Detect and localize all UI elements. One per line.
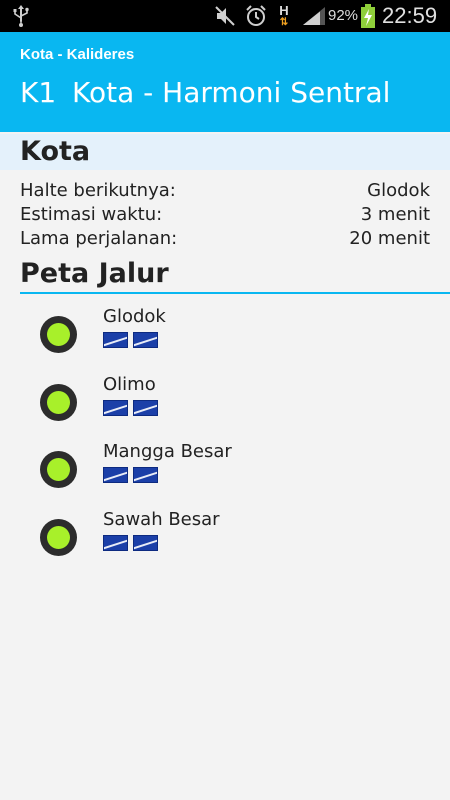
current-stop-section: Kota bbox=[0, 134, 450, 170]
travel-time-value: 20 menit bbox=[349, 228, 430, 249]
transit-badge-icon bbox=[133, 535, 158, 551]
next-stop-row: Halte berikutnya: Glodok bbox=[20, 180, 430, 204]
network-type-label: H bbox=[279, 3, 289, 18]
alarm-icon bbox=[246, 5, 266, 26]
mute-icon bbox=[215, 6, 235, 26]
route-name: Kota - Harmoni Sentral bbox=[72, 76, 391, 109]
stop-item[interactable]: Mangga Besar bbox=[0, 437, 450, 497]
transit-badge-icon bbox=[103, 332, 128, 348]
travel-time-row: Lama perjalanan: 20 menit bbox=[20, 228, 430, 252]
next-stop-value: Glodok bbox=[367, 180, 430, 201]
transit-badge-icon bbox=[103, 535, 128, 551]
stop-item[interactable]: Olimo bbox=[0, 370, 450, 430]
travel-time-label: Lama perjalanan: bbox=[20, 228, 178, 249]
stop-indicator-icon bbox=[40, 519, 77, 556]
current-stop-title: Kota bbox=[20, 136, 91, 167]
transit-badge-icon bbox=[133, 332, 158, 348]
stop-badges bbox=[103, 332, 163, 348]
route-map-title: Peta Jalur bbox=[20, 258, 169, 289]
transit-badge-icon bbox=[133, 467, 158, 483]
status-bar: H ⇅ 92% 22:59 bbox=[0, 0, 450, 32]
route-header: Kota - Kalideres K1 Kota - Harmoni Sentr… bbox=[0, 32, 450, 132]
route-map-divider bbox=[20, 292, 450, 294]
status-clock: 22:59 bbox=[382, 3, 438, 28]
stop-badges bbox=[103, 467, 163, 483]
stop-badges bbox=[103, 535, 163, 551]
transit-badge-icon bbox=[103, 467, 128, 483]
stop-indicator-icon bbox=[40, 451, 77, 488]
transit-badge-icon bbox=[103, 400, 128, 416]
stop-name: Glodok bbox=[103, 306, 166, 327]
network-type-indicator: H ⇅ bbox=[276, 3, 292, 29]
stop-item[interactable]: Glodok bbox=[0, 302, 450, 362]
signal-icon bbox=[303, 7, 325, 25]
usb-icon bbox=[13, 5, 29, 27]
eta-label: Estimasi waktu: bbox=[20, 204, 163, 225]
stop-indicator-icon bbox=[40, 316, 77, 353]
transit-badge-icon bbox=[133, 400, 158, 416]
stop-name: Sawah Besar bbox=[103, 509, 220, 530]
stop-indicator-icon bbox=[40, 384, 77, 421]
eta-value: 3 menit bbox=[360, 204, 430, 225]
stop-badges bbox=[103, 400, 163, 416]
next-stop-label: Halte berikutnya: bbox=[20, 180, 176, 201]
stop-item[interactable]: Sawah Besar bbox=[0, 505, 450, 565]
route-code: K1 bbox=[20, 76, 57, 109]
eta-row: Estimasi waktu: 3 menit bbox=[20, 204, 430, 228]
battery-charging-icon bbox=[361, 4, 375, 28]
stop-name: Olimo bbox=[103, 374, 156, 395]
battery-percent: 92% bbox=[328, 7, 359, 24]
stop-name: Mangga Besar bbox=[103, 441, 232, 462]
corridor-subtitle: Kota - Kalideres bbox=[20, 46, 135, 63]
data-activity-icon: ⇅ bbox=[279, 17, 289, 28]
